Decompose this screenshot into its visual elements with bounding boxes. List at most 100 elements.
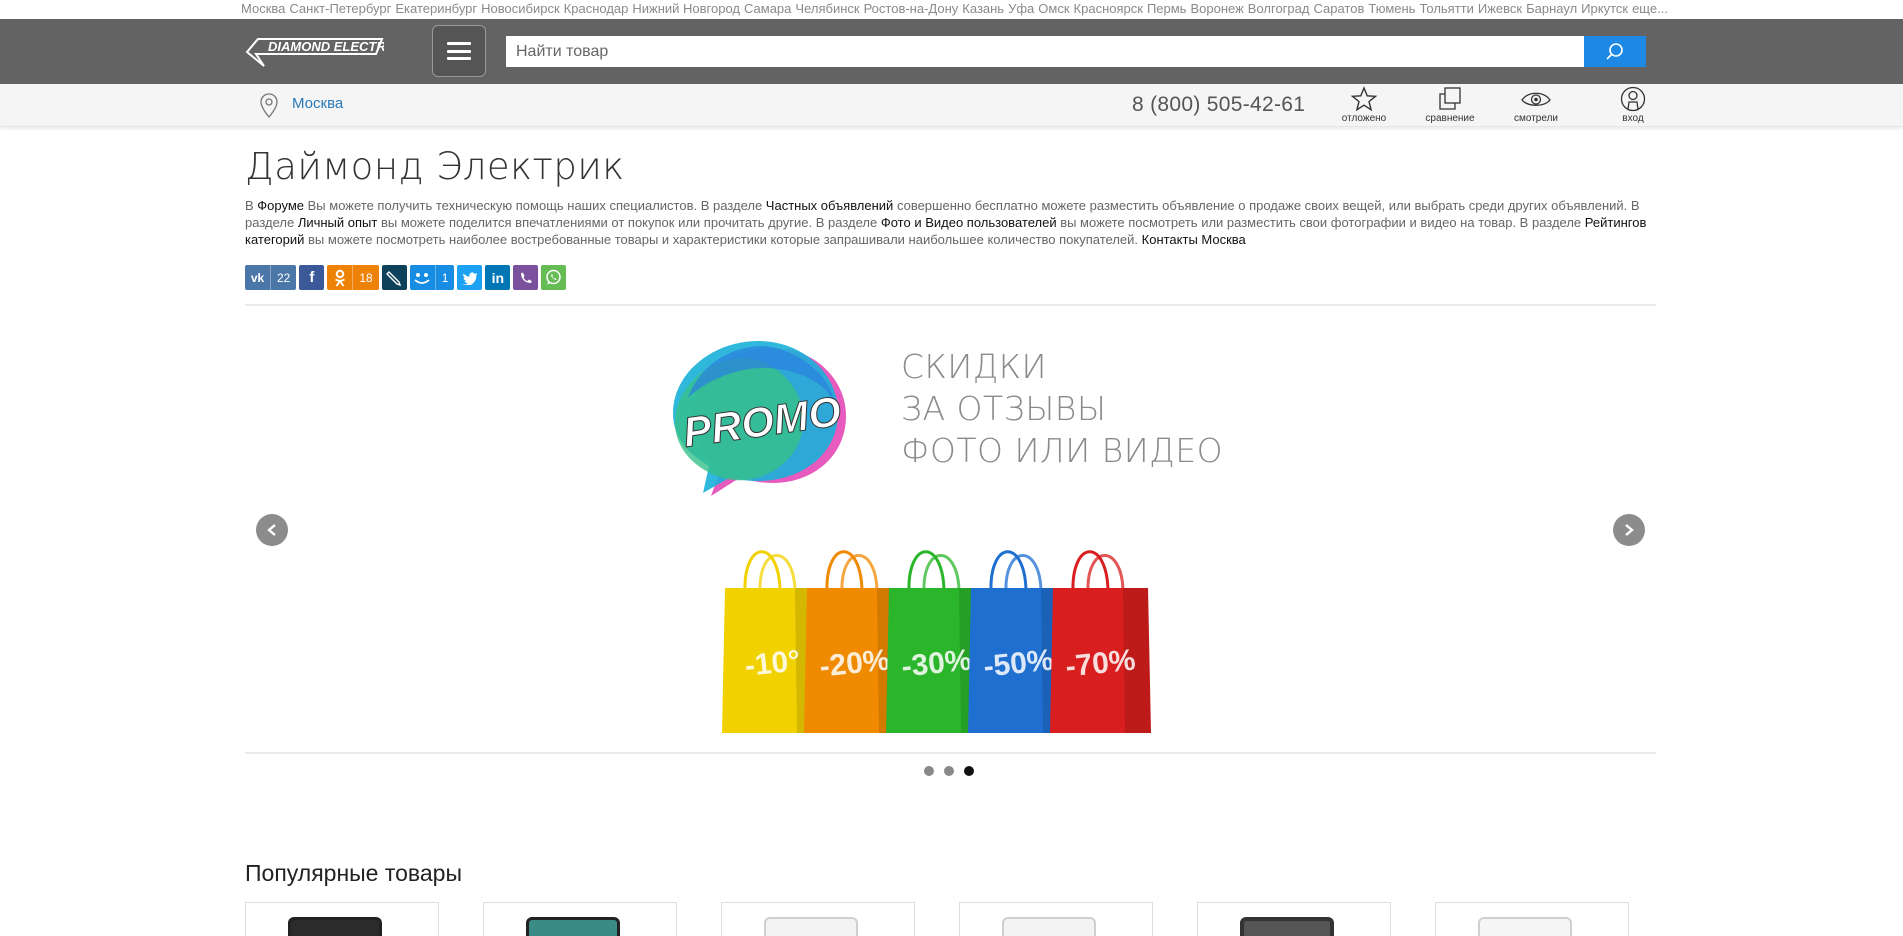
intro-text-part: вы можете поделится впечатлениями от пок… [377, 215, 881, 230]
city-link[interactable]: Уфа [1008, 1, 1034, 16]
product-image [526, 917, 620, 936]
viewed-button[interactable]: смотрели [1506, 86, 1566, 126]
diamond-electric-logo[interactable]: DIAMOND ELECTRIC [244, 32, 399, 72]
share-odnoklassniki-button[interactable]: 18 [327, 265, 379, 290]
city-link[interactable]: Саратов [1313, 1, 1364, 16]
private-ads-link[interactable]: Частных объявлений [766, 198, 894, 213]
share-vk-button[interactable]: vk 22 [245, 265, 297, 290]
login-label: вход [1622, 113, 1644, 124]
odnoklassniki-icon [327, 265, 352, 290]
intro-text-part: вы можете посмотреть или разместить свои… [1056, 215, 1585, 230]
personal-experience-link[interactable]: Личный опыт [298, 215, 378, 230]
share-viber-button[interactable] [513, 265, 539, 290]
ok-share-count: 18 [352, 265, 378, 290]
search-button[interactable] [1584, 36, 1646, 67]
share-whatsapp-button[interactable] [541, 265, 567, 290]
city-link[interactable]: Екатеринбург [395, 1, 477, 16]
hamburger-icon [447, 42, 471, 60]
product-card[interactable] [1435, 902, 1629, 936]
promo-line: СКИДКИ [901, 347, 1047, 386]
user-media-link[interactable]: Фото и Видео пользователей [881, 215, 1057, 230]
share-facebook-button[interactable]: f [299, 265, 325, 290]
site-header: DIAMOND ELECTRIC [0, 19, 1903, 84]
product-image [1240, 917, 1334, 936]
discount-bag: -70% [1050, 550, 1151, 733]
popular-products-list [245, 902, 1629, 936]
product-card[interactable] [483, 902, 677, 936]
share-twitter-button[interactable] [457, 265, 483, 290]
city-link[interactable]: Казань [962, 1, 1004, 16]
city-link[interactable]: Тольятти [1419, 1, 1473, 16]
product-card[interactable] [959, 902, 1153, 936]
page-title: Даймонд Электрик [245, 145, 625, 188]
social-share-bar: vk 22 f 18 1 in [245, 265, 567, 290]
product-card[interactable] [1197, 902, 1391, 936]
slider-dot-1[interactable] [924, 766, 934, 776]
user-icon [1620, 86, 1646, 112]
login-button[interactable]: вход [1603, 86, 1663, 126]
city-link[interactable]: Ижевск [1478, 1, 1522, 16]
city-link[interactable]: Санкт-Петербург [289, 1, 391, 16]
compare-icon [1439, 87, 1461, 110]
contacts-link[interactable]: Контакты Москва [1142, 232, 1246, 247]
promo-slider: PROMO СКИДКИ ЗА ОТЗЫВЫ ФОТО ИЛИ ВИДЕО -1… [245, 306, 1656, 752]
promo-badge: PROMO [673, 341, 846, 496]
city-link[interactable]: Москва [241, 1, 285, 16]
slider-prev-button[interactable] [256, 514, 288, 546]
search-input[interactable] [506, 36, 1584, 67]
pencil-icon [382, 265, 407, 290]
compare-button[interactable]: сравнение [1420, 86, 1480, 126]
city-link[interactable]: Волгоград [1248, 1, 1310, 16]
product-image [1478, 917, 1572, 936]
city-link[interactable]: Иркутск [1581, 1, 1628, 16]
chevron-right-icon [1625, 524, 1634, 536]
city-link[interactable]: еще... [1632, 1, 1668, 16]
share-livejournal-button[interactable] [381, 265, 407, 290]
slider-dot-2[interactable] [944, 766, 954, 776]
vk-icon: vk [250, 270, 265, 285]
slider-next-button[interactable] [1613, 514, 1645, 546]
saved-button[interactable]: отложено [1334, 86, 1394, 126]
compare-label: сравнение [1425, 113, 1475, 124]
promo-line: ФОТО ИЛИ ВИДЕО [901, 431, 1224, 470]
promo-headline: СКИДКИ ЗА ОТЗЫВЫ ФОТО ИЛИ ВИДЕО [901, 346, 1223, 472]
city-link[interactable]: Новосибирск [481, 1, 560, 16]
product-image [288, 917, 382, 936]
discount-bags-image: -10° -20% -30% -50% -70% [722, 550, 1151, 733]
phone-number[interactable]: 8 (800) 505-42-61 [1132, 93, 1305, 117]
eye-icon [1521, 92, 1551, 106]
city-link[interactable]: Краснодар [564, 1, 629, 16]
moimir-icon [410, 265, 435, 290]
city-link[interactable]: Самара [744, 1, 791, 16]
city-link[interactable]: Омск [1038, 1, 1069, 16]
menu-button[interactable] [432, 25, 486, 77]
whatsapp-icon [541, 265, 566, 290]
slider-dot-3[interactable] [964, 766, 974, 776]
twitter-icon [457, 265, 482, 290]
share-linkedin-button[interactable]: in [485, 265, 511, 290]
city-link[interactable]: Ростов-на-Дону [864, 1, 959, 16]
city-link[interactable]: Нижний Новгород [632, 1, 740, 16]
city-link[interactable]: Пермь [1147, 1, 1187, 16]
city-link[interactable]: Воронеж [1190, 1, 1243, 16]
city-link[interactable]: Тюмень [1368, 1, 1415, 16]
slider-pagination [924, 766, 974, 776]
city-link[interactable]: Челябинск [795, 1, 859, 16]
saved-label: отложено [1341, 113, 1387, 124]
city-link[interactable]: Барнаул [1526, 1, 1577, 16]
chevron-left-icon [267, 524, 276, 536]
intro-text-part: вы можете посмотреть наиболее востребова… [304, 232, 1142, 247]
city-selector-link[interactable]: Москва [292, 95, 343, 112]
intro-text: В Форуме Вы можете получить техническую … [245, 197, 1655, 248]
location-bar: Москва 8 (800) 505-42-61 отложено сравне… [0, 84, 1903, 127]
forum-link[interactable]: Форуме [257, 198, 304, 213]
logo-text: DIAMOND ELECTRIC [268, 39, 384, 54]
product-card[interactable] [245, 902, 439, 936]
search-icon [1606, 42, 1623, 60]
mm-share-count: 1 [434, 265, 455, 290]
viewed-label: смотрели [1513, 113, 1558, 124]
product-card[interactable] [721, 902, 915, 936]
city-link[interactable]: Красноярск [1074, 1, 1143, 16]
share-moimir-button[interactable]: 1 [409, 265, 455, 290]
city-list: Москва Санкт-Петербург Екатеринбург Новосиб… [241, 0, 1672, 17]
